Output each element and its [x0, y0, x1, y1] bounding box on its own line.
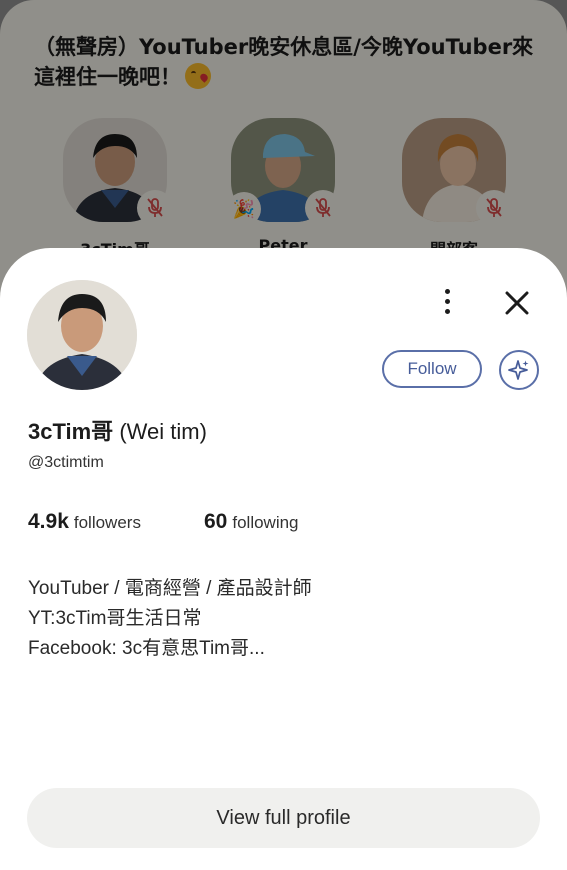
- bio-line: Facebook: 3c有意思Tim哥...: [28, 638, 265, 659]
- followers-label: followers: [73, 513, 141, 532]
- follow-button[interactable]: Follow: [382, 350, 482, 388]
- following-count: 60: [204, 510, 228, 533]
- following-stat[interactable]: 60 following: [204, 510, 299, 534]
- followers-count: 4.9k: [28, 510, 69, 533]
- bio-line: YouTuber / 電商經營 / 產品設計師: [28, 578, 312, 599]
- followers-stat[interactable]: 4.9k followers: [28, 510, 141, 534]
- profile-name: 3cTim哥 (Wei tim): [28, 414, 207, 446]
- profile-display-name: 3cTim哥: [28, 419, 114, 444]
- profile-bio: YouTuber / 電商經營 / 產品設計師 YT:3cTim哥生活日常 Fa…: [28, 574, 528, 664]
- profile-stats: 4.9k followers 60 following: [28, 510, 299, 534]
- bio-line: YT:3cTim哥生活日常: [28, 608, 202, 629]
- profile-sheet: Follow 3cTim哥 (Wei tim) @3ctimtim 4.9k f…: [0, 248, 567, 870]
- following-label: following: [232, 513, 299, 532]
- sparkle-icon[interactable]: [499, 350, 539, 390]
- profile-handle: @3ctimtim: [28, 454, 104, 471]
- more-vertical-icon[interactable]: [432, 286, 462, 316]
- clubhouse-screen: （無聲房）YouTuber晚安休息區/今晚YouTuber來這裡住一晚吧！ 🎉 …: [0, 0, 567, 870]
- profile-avatar[interactable]: [27, 280, 137, 390]
- profile-full-name: (Wei tim): [119, 419, 207, 444]
- view-full-profile-button[interactable]: View full profile: [27, 788, 540, 848]
- close-icon[interactable]: [500, 286, 534, 320]
